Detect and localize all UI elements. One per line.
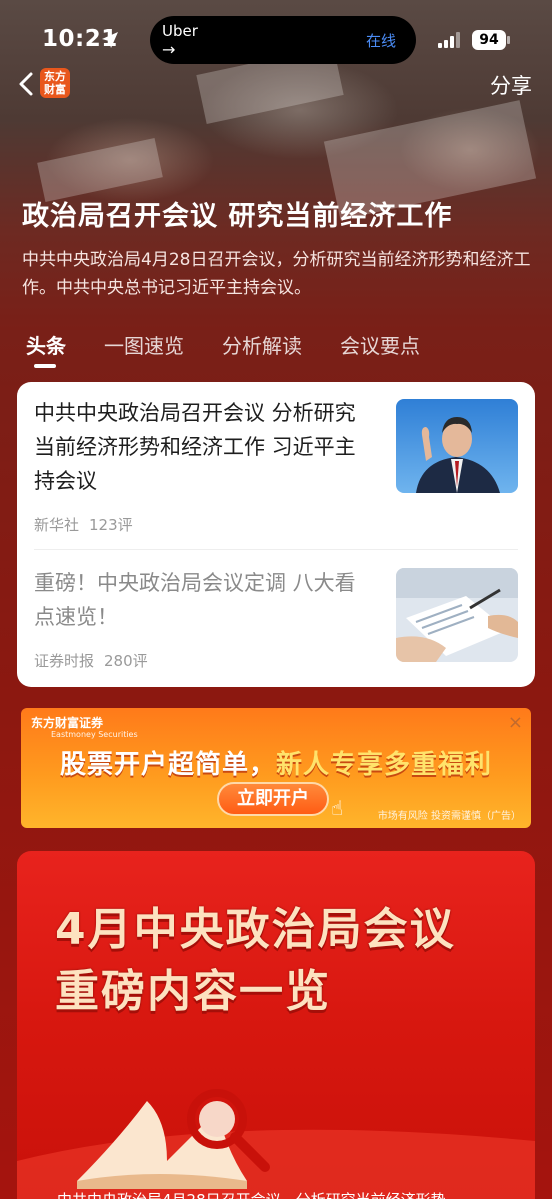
ad-headline-part2: 新人专享多重福利 [276, 750, 493, 780]
battery-indicator: 94 [472, 30, 506, 50]
news-comment-count: 280评 [104, 652, 148, 670]
news-list-card: 中共中央政治局召开会议 分析研究当前经济形势和经济工作 习近平主持会议 新华社 1… [17, 382, 535, 687]
tab-label: 一图速览 [104, 334, 184, 358]
tab-label: 分析解读 [222, 334, 302, 358]
active-tab-indicator [34, 364, 56, 368]
news-title: 中共中央政治局召开会议 分析研究当前经济形势和经济工作 习近平主持会议 [34, 401, 356, 493]
status-bar: 10:21 Uber → 在线 94 [0, 0, 552, 64]
island-arrow-icon: → [162, 40, 176, 59]
tab-label: 头条 [26, 334, 66, 358]
feature-summary: 中共中央政治局4月28日召开会议，分析研究当前经济形势 [57, 1189, 446, 1199]
pointer-hand-icon: ☝ [331, 796, 344, 820]
ad-disclaimer: 市场有风险 投资需谨慎（广告） [377, 811, 521, 822]
page-description: 中共中央政治局4月28日召开会议，分析研究当前经济形势和经济工作。中共中央总书记… [22, 250, 531, 298]
tab-headlines[interactable]: 头条 [26, 330, 66, 370]
dynamic-island[interactable]: Uber → 在线 [150, 16, 416, 64]
book-magnifier-illustration [17, 1089, 535, 1199]
news-thumbnail [396, 399, 518, 493]
island-status-text: 在线 [365, 32, 396, 50]
page-title: 政治局召开会议 研究当前经济工作 [22, 201, 453, 232]
news-item[interactable]: 重磅！中央政治局会议定调 八大看点速览！ 证券时报 280评 [34, 566, 518, 676]
feature-title-line1: 4月中央政治局会议 [55, 904, 456, 955]
battery-tip [507, 36, 510, 44]
feature-card[interactable]: 4月中央政治局会议 重磅内容一览 中共中央政治局4月28日召开会议，分析研究当前… [17, 851, 535, 1199]
tab-analysis[interactable]: 分析解读 [222, 330, 302, 370]
tab-infographic[interactable]: 一图速览 [104, 330, 184, 370]
news-source: 新华社 [34, 516, 80, 534]
share-button[interactable]: 分享 [490, 70, 532, 100]
ad-headline: 股票开户超简单，新人专享多重福利 [21, 744, 531, 781]
location-arrow-icon [102, 32, 118, 48]
news-meta: 新华社 123评 [34, 514, 133, 535]
ad-brand-name: 东方财富证券 [31, 716, 104, 730]
tab-bar: 头条 一图速览 分析解读 会议要点 [26, 330, 458, 370]
news-item[interactable]: 中共中央政治局召开会议 分析研究当前经济形势和经济工作 习近平主持会议 新华社 1… [34, 396, 518, 536]
open-account-button[interactable]: 立即开户 [217, 782, 329, 816]
news-divider [34, 549, 518, 550]
tab-label: 会议要点 [340, 334, 420, 358]
tab-key-points[interactable]: 会议要点 [340, 330, 420, 370]
news-source: 证券时报 [34, 652, 95, 670]
ad-banner[interactable]: 东方财富证券 Eastmoney Securities × 股票开户超简单，新人… [21, 708, 531, 828]
feature-title-line2: 重磅内容一览 [55, 966, 331, 1017]
cellular-signal-icon [438, 32, 462, 48]
ad-headline-part1: 股票开户超简单， [59, 750, 276, 780]
news-comment-count: 123评 [89, 516, 133, 534]
island-app-name: Uber [162, 22, 198, 40]
news-title: 重磅！中央政治局会议定调 八大看点速览！ [34, 571, 356, 629]
back-arrow-icon[interactable] [14, 70, 40, 98]
close-icon[interactable]: × [508, 712, 523, 733]
news-thumbnail [396, 568, 518, 662]
ad-brand-english: Eastmoney Securities [51, 730, 138, 739]
eastmoney-logo: 东方财富 [40, 68, 70, 98]
news-meta: 证券时报 280评 [34, 650, 148, 671]
